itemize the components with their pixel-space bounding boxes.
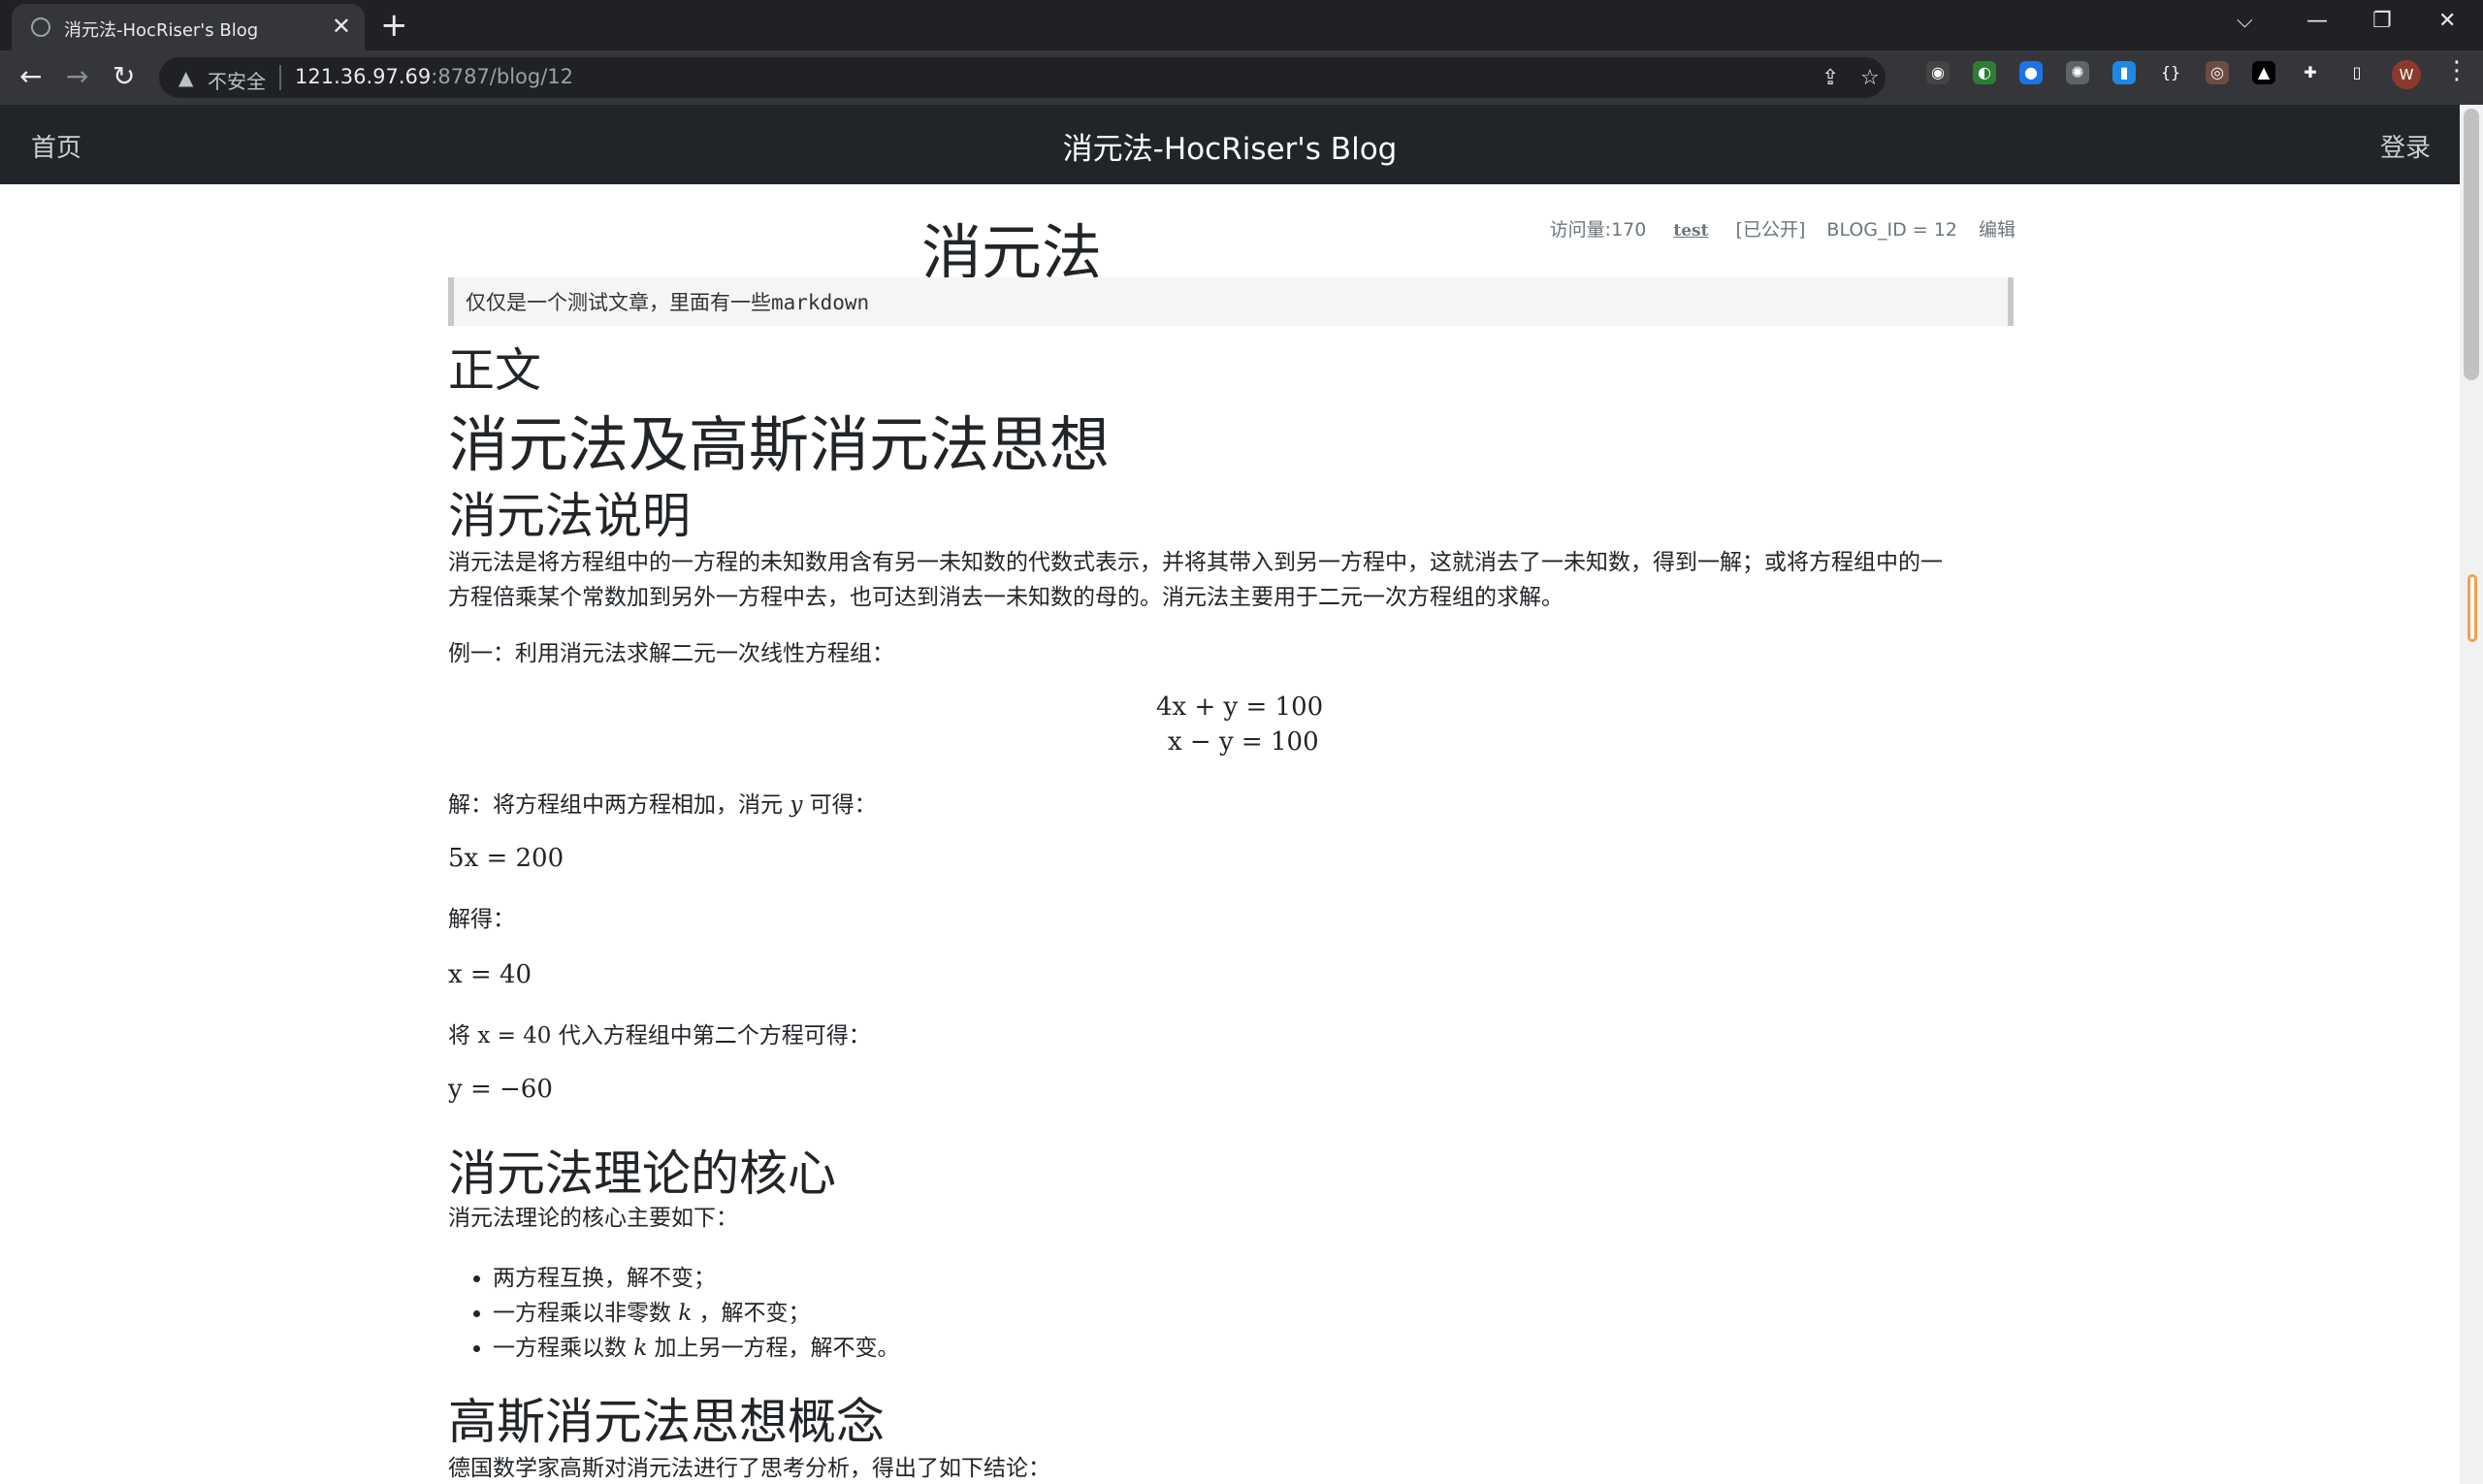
rule-3-suffix: 加上另一方程，解不变。: [647, 1336, 900, 1361]
browser-toolbar: ← → ↻ ▲ 不安全 121.36.97.69:8787/blog/12 ⇪ …: [0, 50, 2483, 105]
minimize-icon[interactable]: —: [2306, 8, 2328, 35]
heading-core: 消元法理论的核心: [448, 1145, 836, 1202]
result-3: y = −60: [448, 1075, 553, 1104]
side-drag-handle[interactable]: [2467, 574, 2477, 642]
rule-1-text: 两方程互换，解不变；: [493, 1266, 716, 1291]
visibility-status: [已公开]: [1735, 219, 1806, 241]
list-item: 一方程乘以非零数 k ，解不变；: [493, 1296, 900, 1331]
restore-icon[interactable]: ❐: [2372, 8, 2392, 35]
post-meta: 访问量:170 test [已公开] BLOG_ID = 12 编辑: [1550, 215, 2015, 242]
edit-link[interactable]: 编辑: [1979, 219, 2015, 241]
substitute-prefix: 将: [448, 1023, 478, 1048]
site-navbar: 首页 消元法-HocRiser's Blog 登录: [0, 105, 2460, 184]
bookmark-star-icon[interactable]: ☆: [1860, 66, 1880, 90]
share-icon[interactable]: ⇪: [1822, 66, 1839, 90]
view-count: 访问量:170: [1549, 219, 1647, 241]
summary-text: 仅仅是一个测试文章，里面有一些markdown: [466, 291, 870, 314]
page-viewport: 首页 消元法-HocRiser's Blog 登录 消元法 访问量:170 te…: [0, 105, 2483, 1484]
result-1: 5x = 200: [448, 844, 564, 873]
new-tab-button[interactable]: +: [380, 6, 408, 45]
url-host: 121.36.97.69: [295, 65, 432, 88]
scrollbar-thumb[interactable]: [2464, 109, 2479, 380]
extension-chrome-icon[interactable]: ●: [2019, 61, 2043, 84]
list-item: 一方程乘以数 k 加上另一方程，解不变。: [493, 1331, 900, 1366]
url-path: :8787/blog/12: [431, 65, 574, 88]
address-bar[interactable]: ▲ 不安全 121.36.97.69:8787/blog/12 ⇪ ☆: [159, 57, 1886, 98]
result-2: x = 40: [448, 960, 532, 989]
globe-icon: [31, 17, 50, 37]
author-link[interactable]: test: [1673, 221, 1708, 241]
site-brand[interactable]: 消元法-HocRiser's Blog: [0, 124, 2460, 168]
paragraph-line: 消元法是将方程组中的一方程的未知数用含有另一未知数的代数式表示，并将其带入到另一…: [448, 550, 1943, 575]
equation-1: 4x + y = 100: [1156, 693, 1324, 722]
core-intro: 消元法理论的核心主要如下：: [448, 1206, 738, 1231]
extension-openai-icon[interactable]: ✺: [2066, 61, 2089, 84]
extension-json-icon[interactable]: {}: [2159, 61, 2182, 84]
back-icon[interactable]: ←: [19, 60, 42, 93]
insecure-label[interactable]: 不安全: [208, 66, 266, 94]
substitute-text: 将 x = 40 代入方程组中第二个方程可得：: [448, 1018, 871, 1053]
address-separator: [279, 65, 281, 90]
side-panel-icon[interactable]: ▯: [2345, 61, 2369, 84]
solve-variable: y: [790, 792, 803, 818]
browser-menu-icon[interactable]: ⋮: [2444, 56, 2469, 85]
post-summary: 仅仅是一个测试文章，里面有一些markdown: [448, 277, 2014, 326]
reload-icon[interactable]: ↻: [113, 60, 135, 93]
solve-prefix: 解：将方程组中两方程相加，消元: [448, 792, 790, 818]
browser-tab[interactable]: 消元法-HocRiser's Blog ✕: [12, 4, 365, 50]
heading-topic: 消元法及高斯消元法思想: [448, 409, 1111, 480]
extension-owl-icon[interactable]: ◎: [2206, 61, 2229, 84]
heading-gauss: 高斯消元法思想概念: [448, 1394, 885, 1450]
rule-2-prefix: 一方程乘以非零数: [493, 1301, 679, 1326]
rule-3-variable: k: [633, 1336, 648, 1361]
tab-search-icon[interactable]: ⌵: [2237, 8, 2253, 35]
rule-2-suffix: ，解不变；: [692, 1301, 811, 1326]
extension-translate-icon[interactable]: ◐: [1973, 61, 1996, 84]
tab-title: 消元法-HocRiser's Blog: [64, 20, 259, 41]
nav-login-link[interactable]: 登录: [2380, 128, 2431, 164]
window-close-icon[interactable]: ✕: [2438, 8, 2456, 35]
substitute-suffix: 代入方程组中第二个方程可得：: [551, 1023, 871, 1048]
rule-3-prefix: 一方程乘以数: [493, 1336, 634, 1361]
blog-id: BLOG_ID = 12: [1826, 219, 1957, 241]
solved-text: 解得：: [448, 907, 515, 932]
warning-icon: ▲: [178, 66, 194, 89]
extension-bookmark-icon[interactable]: ▮: [2112, 61, 2136, 84]
paragraph-line: 方程倍乘某个常数加到另外一方程中去，也可达到消去一未知数的母的。消元法主要用于二…: [448, 585, 1564, 610]
extension-incognito-icon[interactable]: ◉: [1926, 61, 1950, 84]
forward-icon[interactable]: →: [66, 60, 88, 93]
rule-2-variable: k: [678, 1301, 693, 1326]
heading-main: 正文: [448, 343, 542, 398]
solve-suffix: 可得：: [802, 792, 877, 818]
tab-close-icon[interactable]: ✕: [332, 13, 351, 40]
url-text[interactable]: 121.36.97.69:8787/blog/12: [295, 65, 573, 88]
browser-tab-strip: 消元法-HocRiser's Blog ✕ + ⌵ — ❐ ✕: [0, 0, 2483, 50]
page-scrollbar[interactable]: [2460, 105, 2483, 1484]
heading-explain: 消元法说明: [448, 488, 691, 544]
core-rules-list: 两方程互换，解不变； 一方程乘以非零数 k ，解不变； 一方程乘以数 k 加上另…: [448, 1261, 900, 1366]
solve-text: 解：将方程组中两方程相加，消元 y 可得：: [448, 788, 877, 823]
list-item: 两方程互换，解不变；: [493, 1261, 900, 1296]
extension-triangle-icon[interactable]: ▲: [2252, 61, 2275, 84]
profile-avatar[interactable]: W: [2392, 60, 2421, 89]
equation-2: x − y = 100: [1168, 727, 1319, 757]
gauss-intro: 德国数学家高斯对消元法进行了思考分析，得出了如下结论：: [448, 1456, 1050, 1481]
example-text: 例一：利用消元法求解二元一次线性方程组：: [448, 641, 894, 666]
extensions-puzzle-icon[interactable]: ✚: [2299, 61, 2322, 84]
substitute-expr: x = 40: [477, 1023, 552, 1048]
